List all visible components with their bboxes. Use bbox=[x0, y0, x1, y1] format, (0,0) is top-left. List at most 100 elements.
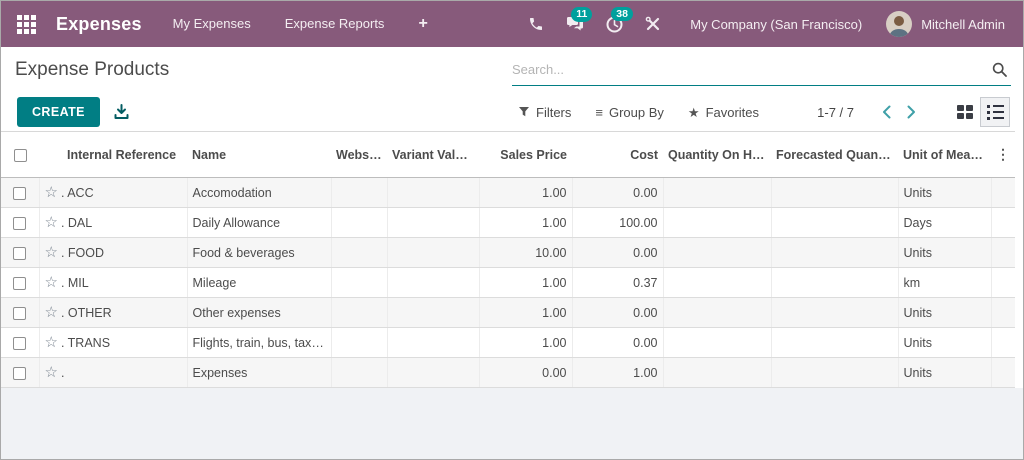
export-button[interactable] bbox=[114, 104, 129, 120]
row-checkbox[interactable] bbox=[13, 306, 27, 320]
company-switcher[interactable]: My Company (San Francisco) bbox=[690, 17, 862, 32]
cell-uom[interactable]: Units bbox=[898, 177, 992, 208]
create-button[interactable]: CREATE bbox=[17, 97, 100, 127]
table-row[interactable]: ☆ . OTHER Other expenses 1.00 0.00 Units bbox=[1, 297, 1015, 328]
cell-cost[interactable]: 0.00 bbox=[572, 297, 664, 328]
cell-internal-reference[interactable]: ☆ . bbox=[39, 357, 188, 388]
cell-cost[interactable]: 0.00 bbox=[572, 177, 664, 208]
row-checkbox[interactable] bbox=[13, 246, 27, 260]
pager-next-button[interactable] bbox=[899, 101, 924, 123]
priority-star-icon[interactable]: ☆ bbox=[45, 365, 58, 380]
cell-internal-reference[interactable]: ☆ . OTHER bbox=[39, 297, 188, 328]
cell-sales-price[interactable]: 10.00 bbox=[479, 237, 573, 268]
cell-qty-on-hand[interactable] bbox=[663, 207, 772, 238]
row-checkbox[interactable] bbox=[13, 366, 27, 380]
cell-sales-price[interactable]: 1.00 bbox=[479, 267, 573, 298]
menu-expense-reports[interactable]: Expense Reports bbox=[268, 1, 402, 47]
cell-internal-reference[interactable]: ☆ . FOOD bbox=[39, 237, 188, 268]
activities-button[interactable]: 38 bbox=[595, 6, 634, 33]
cell-cost[interactable]: 1.00 bbox=[572, 357, 664, 388]
favorites-button[interactable]: ★ Favorites bbox=[676, 105, 771, 120]
menu-my-expenses[interactable]: My Expenses bbox=[156, 1, 268, 47]
apps-menu-button[interactable] bbox=[15, 13, 37, 35]
search-submit[interactable] bbox=[988, 62, 1011, 77]
cell-website[interactable] bbox=[331, 177, 388, 208]
header-name[interactable]: Name bbox=[187, 131, 331, 178]
cell-sales-price[interactable]: 0.00 bbox=[479, 357, 573, 388]
cell-website[interactable] bbox=[331, 357, 388, 388]
header-unit-of-measure[interactable]: Unit of Measure bbox=[898, 131, 991, 178]
kanban-view-button[interactable] bbox=[950, 97, 980, 127]
cell-qty-on-hand[interactable] bbox=[663, 357, 772, 388]
cell-name[interactable]: Food & beverages bbox=[187, 237, 332, 268]
cell-qty-on-hand[interactable] bbox=[663, 297, 772, 328]
select-all-checkbox[interactable] bbox=[13, 148, 27, 162]
cell-variant-values[interactable] bbox=[387, 297, 480, 328]
cell-cost[interactable]: 0.37 bbox=[572, 267, 664, 298]
priority-star-icon[interactable]: ☆ bbox=[45, 215, 58, 230]
cell-cost[interactable]: 0.00 bbox=[572, 327, 664, 358]
cell-cost[interactable]: 100.00 bbox=[572, 207, 664, 238]
header-qty-on-hand[interactable]: Quantity On Ha… bbox=[663, 131, 771, 178]
menu-add-button[interactable]: + bbox=[401, 1, 444, 47]
cell-qty-on-hand[interactable] bbox=[663, 327, 772, 358]
table-row[interactable]: ☆ . DAL Daily Allowance 1.00 100.00 Days bbox=[1, 207, 1015, 238]
groupby-button[interactable]: ≡ Group By bbox=[583, 105, 676, 120]
cell-website[interactable] bbox=[331, 297, 388, 328]
debug-tools-button[interactable] bbox=[634, 16, 672, 32]
cell-qty-on-hand[interactable] bbox=[663, 177, 772, 208]
list-view-button[interactable] bbox=[980, 97, 1010, 127]
cell-sales-price[interactable]: 1.00 bbox=[479, 177, 573, 208]
cell-variant-values[interactable] bbox=[387, 357, 480, 388]
app-title[interactable]: Expenses bbox=[56, 14, 142, 35]
cell-internal-reference[interactable]: ☆ . MIL bbox=[39, 267, 188, 298]
cell-forecasted-qty[interactable] bbox=[771, 177, 899, 208]
cell-uom[interactable]: Units bbox=[898, 327, 992, 358]
cell-uom[interactable]: Units bbox=[898, 237, 992, 268]
header-sales-price[interactable]: Sales Price bbox=[479, 131, 572, 178]
table-row[interactable]: ☆ . ACC Accomodation 1.00 0.00 Units bbox=[1, 177, 1015, 208]
optional-columns-icon[interactable]: ⋮ bbox=[996, 146, 1010, 163]
header-cost[interactable]: Cost bbox=[572, 131, 663, 178]
table-row[interactable]: ☆ . FOOD Food & beverages 10.00 0.00 Uni… bbox=[1, 237, 1015, 268]
cell-website[interactable] bbox=[331, 207, 388, 238]
row-checkbox[interactable] bbox=[13, 186, 27, 200]
cell-forecasted-qty[interactable] bbox=[771, 267, 899, 298]
cell-name[interactable]: Other expenses bbox=[187, 297, 332, 328]
cell-variant-values[interactable] bbox=[387, 207, 480, 238]
cell-name[interactable]: Flights, train, bus, taxi,… bbox=[187, 327, 332, 358]
cell-internal-reference[interactable]: ☆ . TRANS bbox=[39, 327, 188, 358]
cell-uom[interactable]: Units bbox=[898, 297, 992, 328]
table-row[interactable]: ☆ . Expenses 0.00 1.00 Units bbox=[1, 357, 1015, 388]
cell-variant-values[interactable] bbox=[387, 237, 480, 268]
messages-button[interactable]: 11 bbox=[555, 7, 595, 32]
voip-phone-button[interactable] bbox=[517, 16, 555, 32]
user-menu[interactable]: Mitchell Admin bbox=[921, 17, 1005, 32]
cell-sales-price[interactable]: 1.00 bbox=[479, 327, 573, 358]
cell-uom[interactable]: Days bbox=[898, 207, 992, 238]
header-internal-reference[interactable]: Internal Reference bbox=[39, 131, 187, 178]
cell-name[interactable]: Daily Allowance bbox=[187, 207, 332, 238]
cell-website[interactable] bbox=[331, 267, 388, 298]
cell-variant-values[interactable] bbox=[387, 327, 480, 358]
header-forecasted-quantity[interactable]: Forecasted Quantity bbox=[771, 131, 898, 178]
cell-forecasted-qty[interactable] bbox=[771, 327, 899, 358]
priority-star-icon[interactable]: ☆ bbox=[45, 305, 58, 320]
cell-variant-values[interactable] bbox=[387, 177, 480, 208]
cell-internal-reference[interactable]: ☆ . ACC bbox=[39, 177, 188, 208]
priority-star-icon[interactable]: ☆ bbox=[45, 275, 58, 290]
cell-internal-reference[interactable]: ☆ . DAL bbox=[39, 207, 188, 238]
row-checkbox[interactable] bbox=[13, 276, 27, 290]
cell-forecasted-qty[interactable] bbox=[771, 297, 899, 328]
cell-website[interactable] bbox=[331, 237, 388, 268]
priority-star-icon[interactable]: ☆ bbox=[45, 185, 58, 200]
pager-previous-button[interactable] bbox=[874, 101, 899, 123]
cell-cost[interactable]: 0.00 bbox=[572, 237, 664, 268]
cell-qty-on-hand[interactable] bbox=[663, 237, 772, 268]
cell-website[interactable] bbox=[331, 327, 388, 358]
cell-name[interactable]: Accomodation bbox=[187, 177, 332, 208]
cell-forecasted-qty[interactable] bbox=[771, 357, 899, 388]
table-row[interactable]: ☆ . MIL Mileage 1.00 0.37 km bbox=[1, 267, 1015, 298]
priority-star-icon[interactable]: ☆ bbox=[45, 245, 58, 260]
cell-name[interactable]: Mileage bbox=[187, 267, 332, 298]
